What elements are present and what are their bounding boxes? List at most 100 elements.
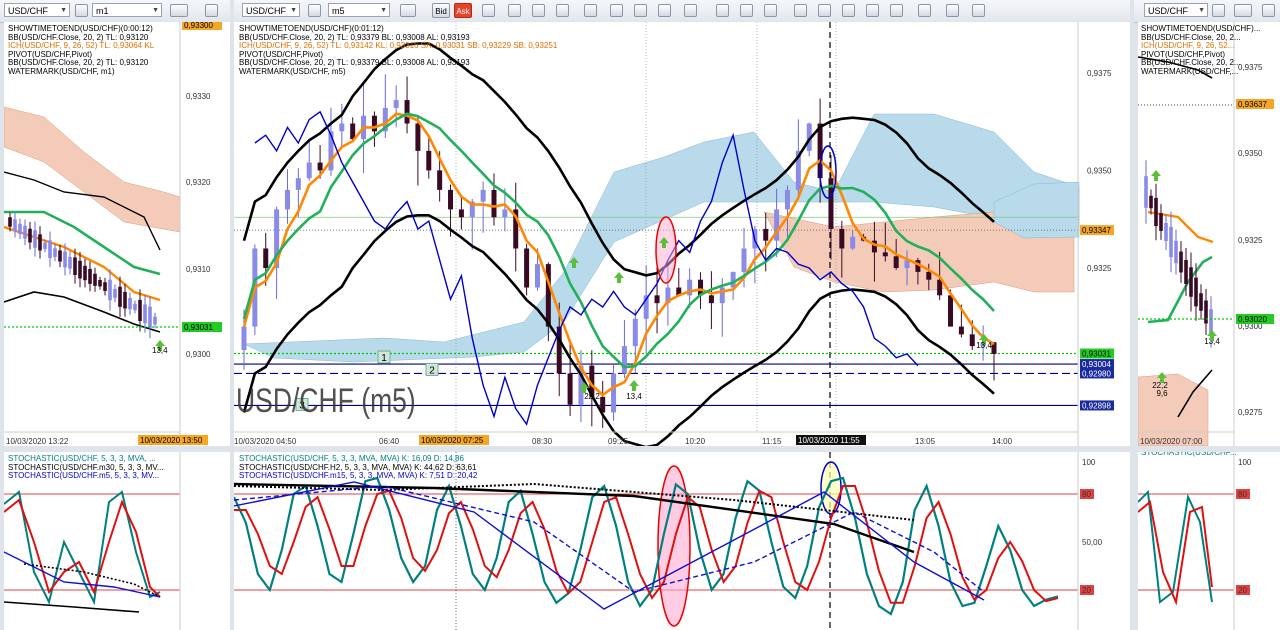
time-tick-label: 11:15	[762, 437, 782, 446]
center-symbol-select[interactable]: USD/CHF ▼	[242, 3, 300, 17]
left-top-tag: 0,93300	[184, 22, 213, 30]
crosshair-icon[interactable]	[482, 4, 495, 17]
left-candle-body	[113, 288, 117, 298]
right-candle-body	[1174, 240, 1178, 264]
left-candle-body	[18, 223, 22, 234]
chain-link-icon[interactable]	[75, 4, 88, 17]
osc-tick-label: 100	[1082, 458, 1096, 467]
properties-icon[interactable]	[634, 4, 647, 17]
chart-type-icon[interactable]	[400, 4, 416, 17]
time-tick-label: 08:30	[532, 437, 553, 446]
fibonacci-icon[interactable]	[764, 4, 777, 17]
zoom-out-icon[interactable]	[532, 4, 545, 17]
left-candle-body	[148, 306, 152, 328]
candle-body	[393, 100, 399, 108]
fractal-label-0: 22,2	[584, 392, 600, 401]
left-osc-legend: STOCHASTIC(USD/CHF, 5, 3, 3, MVA, ... STO…	[8, 454, 164, 481]
arrow-icon[interactable]	[842, 4, 855, 17]
menu-icon[interactable]	[1262, 4, 1275, 17]
right-candle-body	[1204, 300, 1208, 324]
left-timeframe-select[interactable]: m1 ▼	[92, 3, 162, 17]
candle-body	[958, 326, 964, 335]
left-candle-body	[23, 225, 27, 239]
rectangle-icon[interactable]	[866, 4, 879, 17]
zoom-fit-icon[interactable]	[556, 4, 569, 17]
chevron-down-icon: ▼	[60, 7, 67, 14]
channel-icon[interactable]	[818, 4, 831, 17]
left-indicator-legend: SHOWTIMETOEND(USD/CHF)(0:00:12) BB(USD/CH…	[8, 24, 154, 76]
ask-button[interactable]: Ask	[454, 3, 472, 18]
center-toolbar: USD/CHF ▼ m5 ▼ Bid Ask	[234, 0, 1130, 23]
right-candle-body	[1149, 195, 1153, 209]
left-price-tick: 0,9330	[186, 92, 211, 101]
right-osc-tick: 80	[1238, 490, 1247, 499]
chevron-down-icon: ▼	[290, 7, 297, 14]
left-candle-body	[83, 265, 87, 281]
right-price-panel: 0,9375 0,9350 0,9325 0,9300 0,9275 0,93637 0,9…	[1138, 22, 1280, 446]
chain-link-icon[interactable]	[1212, 4, 1225, 17]
osc-tick-label: 20	[1082, 586, 1091, 595]
right-toolbar: USD/CHF ▼	[1134, 0, 1280, 23]
left-candle-body	[68, 257, 72, 269]
image-icon[interactable]	[716, 4, 729, 17]
time-cursor-label: 10/03/2020 11:55	[798, 436, 860, 445]
right-candle-body	[1154, 197, 1158, 227]
eraser-icon[interactable]	[946, 4, 959, 17]
pencil-icon[interactable]	[684, 4, 697, 17]
fractal-label-1: 13,4	[626, 392, 642, 401]
osc-tick-label: 50,00	[1082, 538, 1103, 547]
candle-body	[926, 271, 932, 280]
candle-body	[524, 248, 530, 288]
center-timeframe-select[interactable]: m5 ▼	[328, 3, 390, 17]
trendline-icon[interactable]	[740, 4, 753, 17]
left-candle-body	[108, 279, 112, 301]
center-indicator-legend: SHOWTIMETOEND(USD/CHF)(0:01:12) BB(USD/CH…	[239, 24, 557, 76]
price-tag-last: 0,93031	[1082, 350, 1111, 359]
indicators-icon[interactable]	[610, 4, 623, 17]
horizontal-line-icon[interactable]	[794, 4, 807, 17]
right-symbol-label: USD/CHF	[1148, 6, 1188, 16]
left-osc-panel: STOCHASTIC(USD/CHF, 5, 3, 3, MVA, ... STO…	[4, 452, 230, 630]
fractal-arrow-icon	[629, 380, 639, 391]
right-stoch-d	[1138, 500, 1213, 606]
left-stoch-k	[4, 490, 161, 606]
candle-body	[969, 334, 975, 347]
left-symbol-label: USD/CHF	[8, 6, 48, 16]
left-price-tick: 0,9320	[186, 178, 211, 187]
chart-type-icon[interactable]	[1234, 4, 1252, 17]
left-symbol-select[interactable]: USD/CHF ▼	[4, 3, 70, 17]
globe-icon[interactable]	[658, 4, 671, 17]
text-tool-icon[interactable]	[918, 4, 931, 17]
center-timeframe-label: m5	[332, 6, 345, 16]
left-timeframe-label: m1	[96, 6, 109, 16]
time-tick-label: 06:40	[379, 437, 400, 446]
left-candle-body	[73, 257, 77, 275]
left-price-tag: 0,93031	[184, 323, 213, 332]
candle-body	[839, 228, 845, 249]
right-indicator-legend: SHOWTIMETOEND(USD/CHF)... BB(USD/CHF.Clos…	[1141, 24, 1260, 76]
candle-body	[448, 189, 454, 210]
center-legend-line-5: WATERMARK(USD/CHF, m5)	[239, 66, 346, 76]
left-candle-body	[88, 268, 92, 284]
bid-button[interactable]: Bid	[432, 3, 450, 18]
ellipse-icon[interactable]	[890, 4, 903, 17]
candle-body	[850, 236, 856, 249]
candle-body	[415, 123, 421, 151]
left-candle-body	[133, 303, 137, 311]
time-tick-label: 10:20	[685, 437, 706, 446]
zoom-in-icon[interactable]	[508, 4, 521, 17]
stoch-h2-signal	[234, 482, 915, 521]
left-candle-body	[8, 217, 12, 227]
left-candle-body	[58, 250, 62, 262]
chart-type-icon[interactable]	[170, 4, 188, 17]
menu-icon[interactable]	[205, 4, 218, 17]
chain-link-icon[interactable]	[308, 4, 321, 17]
highlight-ellipse-red	[655, 216, 677, 284]
chevron-down-icon: ▼	[1198, 7, 1205, 14]
right-osc-panel: 100 80 20 STOCHASTIC(USD/CHF...	[1138, 452, 1280, 630]
autoscroll-icon[interactable]	[584, 4, 597, 17]
save-template-icon[interactable]	[972, 4, 985, 17]
osc-highlight-blue	[820, 461, 842, 515]
right-osc-legend-line-0: STOCHASTIC(USD/CHF...	[1141, 452, 1237, 457]
right-symbol-select[interactable]: USD/CHF ▼	[1144, 3, 1208, 17]
